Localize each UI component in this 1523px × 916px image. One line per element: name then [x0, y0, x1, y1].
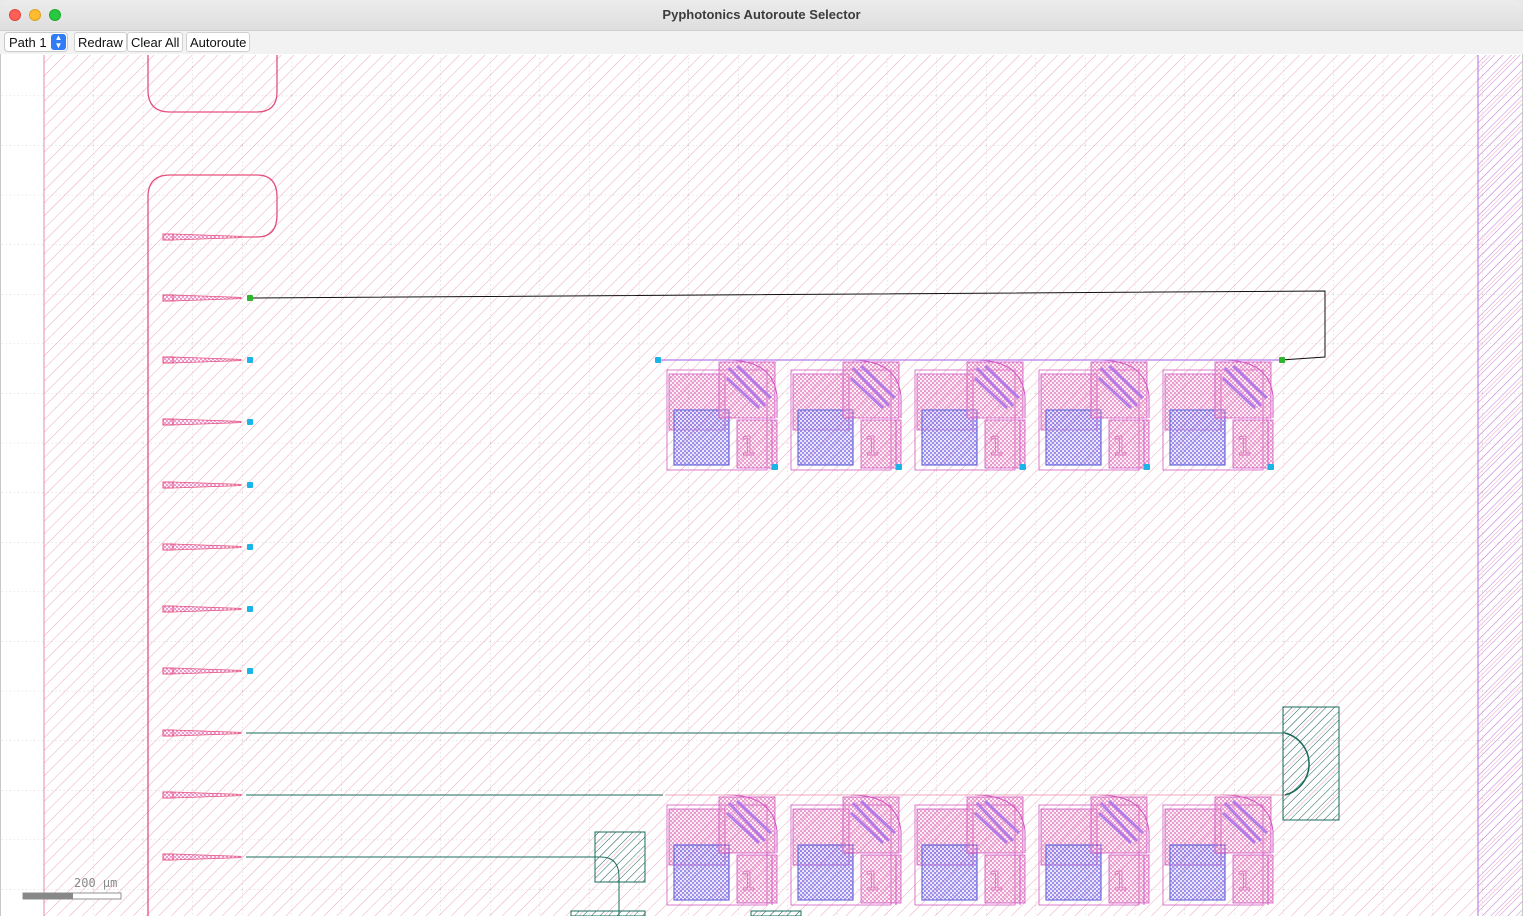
port-available[interactable] — [655, 357, 661, 363]
photonic-device: 1 — [1162, 794, 1274, 906]
device-label: 1 — [1236, 867, 1252, 897]
port-available[interactable] — [1020, 464, 1026, 470]
device-label: 1 — [988, 432, 1004, 462]
port-available[interactable] — [247, 668, 253, 674]
port-selected-start[interactable] — [247, 295, 253, 301]
photonic-device: 1 — [914, 794, 1026, 906]
device-array-bottom: 1 1 1 1 1 — [666, 794, 1274, 906]
port-selected-end[interactable] — [1279, 357, 1285, 363]
photonic-device: 1 — [1038, 794, 1150, 906]
port-available[interactable] — [247, 482, 253, 488]
toolbar: Path 1 ▲ ▼ Redraw Clear All Autoroute — [0, 31, 1523, 54]
app-window: Pyphotonics Autoroute Selector Path 1 ▲ ▼… — [0, 0, 1523, 916]
device-label: 1 — [1236, 432, 1252, 462]
teal-block-bottom-2 — [750, 910, 802, 916]
device-label: 1 — [988, 867, 1004, 897]
photonic-device: 1 — [790, 794, 902, 906]
port-available[interactable] — [1144, 464, 1150, 470]
clear-all-button[interactable]: Clear All — [127, 32, 184, 52]
photonic-device: 1 — [666, 359, 778, 471]
teal-bend-block-right — [1282, 706, 1340, 821]
scale-bar-label: 200 µm — [74, 876, 117, 890]
port-available[interactable] — [247, 544, 253, 550]
photonic-device: 1 — [666, 794, 778, 906]
photonic-device: 1 — [790, 359, 902, 471]
device-label: 1 — [864, 432, 880, 462]
device-label: 1 — [740, 432, 756, 462]
redraw-button[interactable]: Redraw — [74, 32, 127, 52]
device-label: 1 — [864, 867, 880, 897]
layout-canvas[interactable]: 1 1 1 1 1 1 1 1 1 1 200 µm — [1, 55, 1522, 916]
port-available[interactable] — [247, 357, 253, 363]
photonic-device: 1 — [1038, 359, 1150, 471]
photonic-device: 1 — [1162, 359, 1274, 471]
path-select-value: Path 1 — [9, 35, 47, 50]
layout-svg[interactable]: 1 1 1 1 1 1 1 1 1 1 200 µm — [1, 55, 1522, 916]
device-array-top: 1 1 1 1 1 — [666, 359, 1274, 471]
device-label: 1 — [740, 867, 756, 897]
port-available[interactable] — [772, 464, 778, 470]
window-title: Pyphotonics Autoroute Selector — [662, 7, 861, 22]
updown-chevron-icon: ▲ ▼ — [51, 34, 66, 50]
port-available[interactable] — [896, 464, 902, 470]
port-available[interactable] — [1268, 464, 1274, 470]
teal-bend-block-left — [594, 831, 646, 883]
device-label: 1 — [1112, 867, 1128, 897]
photonic-device: 1 — [914, 359, 1026, 471]
autoroute-button[interactable]: Autoroute — [186, 32, 251, 52]
path-select[interactable]: Path 1 ▲ ▼ — [4, 32, 68, 52]
port-available[interactable] — [247, 419, 253, 425]
title-bar: Pyphotonics Autoroute Selector — [0, 0, 1523, 31]
device-label: 1 — [1112, 432, 1128, 462]
teal-block-bottom-1 — [570, 910, 646, 916]
port-available[interactable] — [247, 606, 253, 612]
